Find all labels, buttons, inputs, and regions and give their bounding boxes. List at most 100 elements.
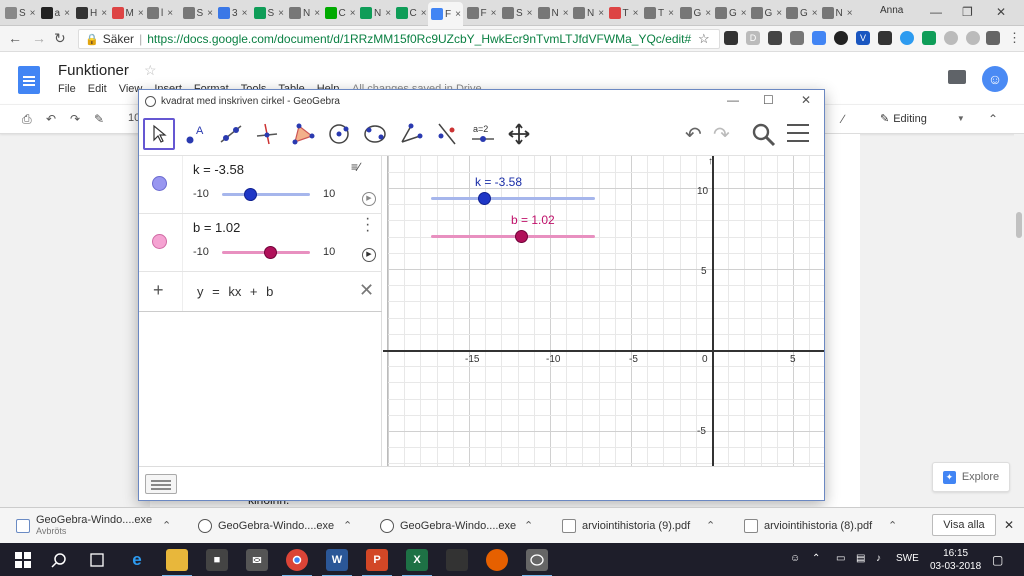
tab-close-icon[interactable]: × [491,8,497,19]
gg-minimize-icon[interactable]: — [727,93,739,107]
browser-tab[interactable]: S × [180,3,215,23]
profile-name[interactable]: Anna [880,5,903,16]
restore-icon[interactable]: ❐ [962,5,973,19]
circle-tool[interactable] [323,118,355,150]
keyboard-icon[interactable] [145,474,177,494]
tab-close-icon[interactable]: × [64,8,70,19]
notifications-icon[interactable]: ▢ [992,553,1003,567]
extension-icon-5[interactable] [812,31,826,45]
windows-start-icon[interactable] [12,549,34,571]
polygon-tool[interactable] [287,118,319,150]
chrome-icon[interactable] [282,549,312,576]
forward-icon[interactable]: → [32,30,46,46]
comments-icon[interactable] [948,70,966,84]
search-icon[interactable] [48,549,70,571]
taskbar-clock[interactable]: 16:15 03-03-2018 [930,547,981,573]
browser-tab[interactable]: N × [535,3,570,23]
tab-close-icon[interactable]: × [563,8,569,19]
tab-close-icon[interactable]: × [741,8,747,19]
clear-input-icon[interactable]: ✕ [359,280,374,301]
excel-icon[interactable]: X [402,549,432,576]
taskbar-app-icon[interactable] [446,549,468,571]
plus-icon[interactable]: + [153,280,164,301]
extension-icon-3[interactable] [768,31,782,45]
tab-close-icon[interactable]: × [527,8,533,19]
clear-formatting-icon[interactable]: ∕ [842,112,844,126]
play-animation-icon-k[interactable]: ▶ [362,192,376,206]
tab-close-icon[interactable]: × [350,8,356,19]
chrome-menu-icon[interactable]: ⋮ [1008,30,1021,46]
browser-tab[interactable]: C × [322,3,357,23]
explore-button[interactable]: ✦ Explore [932,462,1010,492]
input-bar[interactable]: + y = kx + b ✕ [139,272,382,312]
extension-icon-12[interactable] [986,31,1000,45]
gg-close-icon[interactable]: ✕ [801,93,811,107]
close-icon[interactable]: ✕ [996,5,1006,19]
browser-tab[interactable]: G × [783,3,818,23]
extension-icon-11[interactable] [966,31,980,45]
docs-logo-icon[interactable] [18,66,40,94]
collapse-toolbar-icon[interactable]: ⌃ [988,112,998,126]
extension-icon-4[interactable] [790,31,804,45]
menu-edit[interactable]: Edit [88,83,107,95]
search-icon[interactable] [751,122,777,148]
tab-close-icon[interactable]: × [705,8,711,19]
browser-tab[interactable]: S × [2,3,37,23]
graph-slider-handle-b[interactable] [515,230,529,243]
back-icon[interactable]: ← [8,30,22,46]
file-explorer-icon[interactable] [162,549,192,576]
point-tool[interactable]: A [179,118,211,150]
show-all-downloads-button[interactable]: Visa alla [932,514,996,536]
browser-tab[interactable]: G × [748,3,782,23]
menu-file[interactable]: File [58,83,76,95]
browser-tab[interactable]: T × [606,3,641,23]
tab-close-icon[interactable]: × [847,8,853,19]
move-graphics-tool[interactable] [503,118,535,150]
browser-tab[interactable]: G × [712,3,747,23]
input-language[interactable]: SWE [896,553,919,564]
star-icon[interactable]: ☆ [144,62,157,79]
input-expression[interactable]: y = kx + b [197,284,273,299]
browser-tab[interactable]: C × [393,3,428,23]
visibility-toggle-b[interactable] [152,234,167,249]
slider-track-k[interactable] [222,188,310,201]
tab-close-icon[interactable]: × [138,8,143,19]
powerpoint-icon[interactable]: P [362,549,392,576]
reflect-tool[interactable] [431,118,463,150]
extension-icon-6[interactable] [834,31,848,45]
extension-icon-8[interactable] [878,31,892,45]
browser-tab[interactable]: F × [464,3,499,23]
volume-icon[interactable]: ♪ [876,553,881,564]
tab-close-icon[interactable]: × [776,8,782,19]
geogebra-title-bar[interactable]: kvadrat med inskriven cirkel - GeoGebra … [139,90,824,112]
graph-slider-track-b[interactable] [431,230,595,243]
people-icon[interactable]: ☺ [790,553,800,564]
editing-mode-select[interactable]: ✎ Editing ▼ [880,112,965,126]
redo-icon[interactable]: ↷ [713,122,730,147]
browser-tab[interactable]: N × [570,3,605,23]
undo-icon[interactable]: ↶ [46,112,56,126]
graphics-view[interactable]: ↑ -15 -10 -5 0 5 10 5 -5 k = -3.58 b = 1… [383,156,824,466]
geogebra-taskbar-icon[interactable] [522,549,552,576]
graph-slider-track-k[interactable] [431,192,595,205]
minimize-icon[interactable]: — [930,5,942,19]
reload-icon[interactable]: ↻ [54,30,66,47]
redo-icon[interactable]: ↷ [70,112,80,126]
algebra-style-icon[interactable]: ≡∕ [351,160,377,182]
move-tool[interactable] [143,118,175,150]
slider-track-b[interactable] [222,246,310,259]
extension-icon-9[interactable] [900,31,914,45]
browser-tab[interactable]: N × [286,3,321,23]
slider-row-b[interactable]: b = 1.02 -10 10 [139,214,382,272]
edge-icon[interactable]: e [126,549,148,571]
browser-tab[interactable]: N × [819,3,854,23]
slider-handle-b[interactable] [264,246,278,259]
battery-icon[interactable]: ▭ [836,553,845,564]
close-download-bar-icon[interactable]: ✕ [1004,518,1014,532]
graph-slider-label-b[interactable]: b = 1.02 [511,213,555,227]
browser-tab[interactable]: H × [73,3,108,23]
browser-tab[interactable]: 3 × [215,3,250,23]
network-icon[interactable]: ▤ [856,553,865,564]
extension-icon-2[interactable]: D [746,31,760,45]
word-icon[interactable]: W [322,549,352,576]
